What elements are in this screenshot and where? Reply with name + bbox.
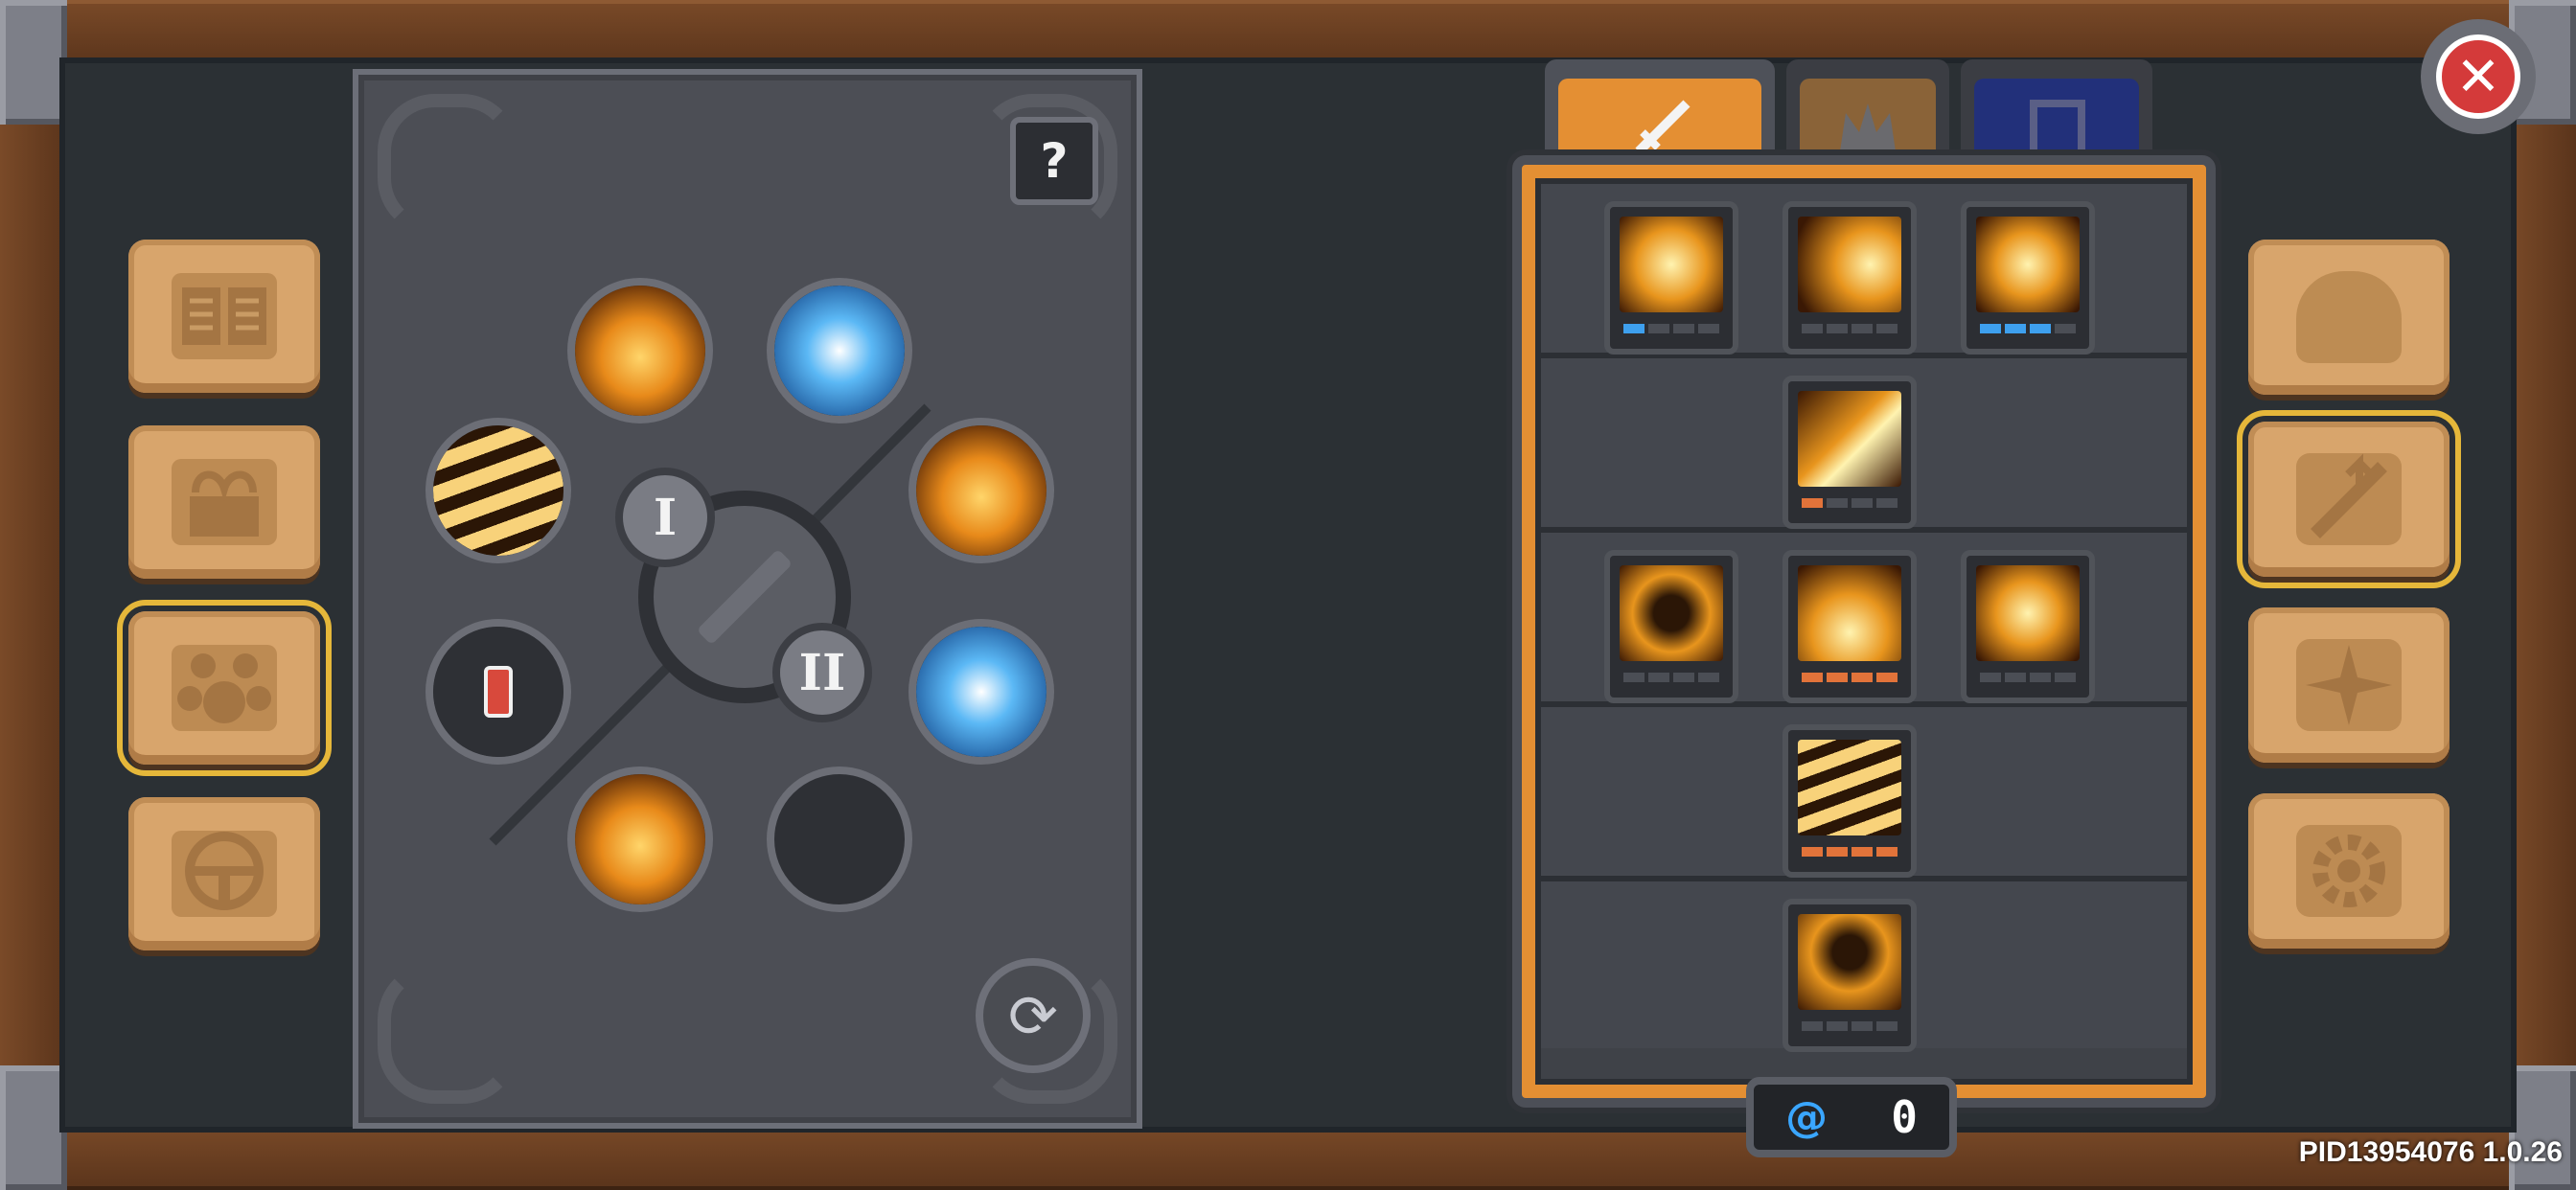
whirlwind-skill-icon (433, 425, 564, 556)
skill-card[interactable] (1782, 550, 1917, 703)
helmet-icon (2296, 271, 2402, 363)
tab-banner-skills[interactable] (1961, 59, 2152, 165)
tab-sword-skills[interactable] (1545, 59, 1775, 165)
pet-tab-button[interactable] (117, 600, 332, 776)
gear-tab-button[interactable] (2248, 793, 2450, 949)
book-icon (172, 273, 277, 359)
sword-icon (696, 548, 794, 646)
potion-icon (433, 627, 564, 757)
pillar-skill-icon (575, 286, 705, 416)
compass-tab-button[interactable] (2248, 607, 2450, 763)
skill-card[interactable] (1782, 201, 1917, 355)
gear-icon (2296, 825, 2402, 917)
heal-cross-icon (1976, 217, 2080, 312)
item-slot[interactable] (426, 619, 571, 765)
skill-card[interactable] (1604, 201, 1738, 355)
skill-level-bar (1623, 324, 1719, 333)
skill-level-bar (1623, 673, 1719, 682)
skill-level-bar (1802, 847, 1898, 857)
rage-icon (1798, 914, 1901, 1010)
skill-level-bar (1802, 498, 1898, 508)
skill-card[interactable] (1782, 899, 1917, 1052)
banner-tab-icon (2030, 100, 2085, 159)
helmet-tab-button[interactable] (2248, 240, 2450, 395)
book-tab-button[interactable] (128, 240, 320, 393)
compass-icon (2296, 639, 2402, 731)
skill-level-bar (1802, 1021, 1898, 1031)
whirlwind-icon (1798, 740, 1901, 835)
tab-crown-skills[interactable] (1786, 59, 1949, 165)
refresh-button[interactable]: ⟳ (976, 958, 1091, 1073)
skill-level-bar (1802, 324, 1898, 333)
sword-ground-icon (1798, 565, 1901, 661)
skill-card[interactable] (1782, 724, 1917, 878)
dash-sword-icon (1798, 391, 1901, 487)
skill-card[interactable] (1961, 201, 2095, 355)
tier-one-badge[interactable]: I (615, 468, 715, 567)
decoration (378, 962, 519, 1104)
empty-skill-slot[interactable] (767, 767, 912, 912)
sword-upgrade-icon (2296, 453, 2402, 545)
frame-corner (0, 1065, 67, 1190)
bell-tab-button[interactable] (128, 797, 320, 950)
sword-upgrade-tab-button[interactable] (2237, 410, 2461, 588)
help-button[interactable]: ? (1010, 117, 1098, 205)
gift-tab-button[interactable] (128, 425, 320, 579)
skill-slot[interactable] (908, 418, 1054, 563)
skill-slot[interactable] (567, 278, 713, 423)
close-icon: ✕ (2436, 34, 2520, 119)
skill-slot[interactable] (426, 418, 571, 563)
frame-corner (2509, 1065, 2576, 1190)
sword-tab-icon (1635, 100, 1690, 155)
frame-corner (0, 0, 67, 125)
currency-display: @ 0 (1746, 1077, 1957, 1157)
frame-right (2509, 0, 2576, 1190)
shield-up-icon (1976, 565, 2080, 661)
version-label: PID13954076 1.0.26 (2298, 1136, 2563, 1168)
crescent-slash-icon (1798, 217, 1901, 312)
sword-slash-skill-icon (575, 774, 705, 904)
bell-icon (172, 831, 277, 917)
spiral-icon: @ (1785, 1092, 1828, 1142)
skill-card[interactable] (1961, 550, 2095, 703)
star-shield-skill-icon (774, 286, 905, 416)
skill-card[interactable] (1782, 376, 1917, 529)
frame-bottom (0, 1123, 2576, 1190)
skill-level-bar (1980, 673, 2076, 682)
skill-level-bar (1980, 324, 2076, 333)
sparkle-sword-icon (1620, 217, 1723, 312)
skill-card[interactable] (1604, 550, 1738, 703)
paw-icon (172, 645, 277, 731)
shadow-aura-icon (1620, 565, 1723, 661)
sword-ground-skill-icon (916, 425, 1046, 556)
skill-slot[interactable] (567, 767, 713, 912)
gift-box-icon (172, 459, 277, 545)
skill-slot[interactable] (908, 619, 1054, 765)
skill-slot[interactable] (767, 278, 912, 423)
tier-two-badge[interactable]: II (772, 623, 872, 722)
crown-tab-icon (1840, 103, 1896, 151)
currency-amount: 0 (1891, 1091, 1918, 1143)
skill-level-bar (1802, 673, 1898, 682)
close-button[interactable]: ✕ (2421, 19, 2536, 134)
shield-skill-icon (916, 627, 1046, 757)
frame-left (0, 0, 67, 1190)
decoration (378, 94, 519, 236)
